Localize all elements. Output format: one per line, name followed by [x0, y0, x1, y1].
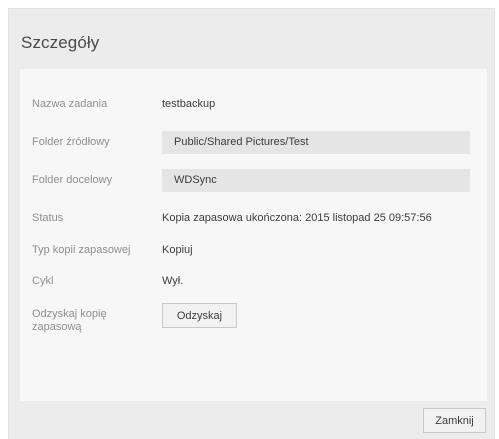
status-value: Kopia zapasowa ukończona: 2015 listopad …: [162, 212, 432, 224]
backup-type-value: Kopiuj: [162, 244, 193, 256]
recover-button[interactable]: Odzyskaj: [162, 303, 237, 328]
source-folder-label: Folder źródłowy: [32, 136, 110, 148]
dest-folder-label: Folder docelowy: [32, 174, 113, 186]
dialog-title: Szczegóły: [21, 33, 100, 52]
backup-type-label: Typ kopii zapasowej: [32, 244, 131, 256]
details-panel: Nazwa zadania testbackup Folder źródłowy…: [20, 69, 487, 401]
task-name-label: Nazwa zadania: [32, 98, 108, 110]
cycle-label: Cykl: [32, 275, 54, 287]
source-folder-field: Public/Shared Pictures/Test: [162, 131, 470, 154]
dest-folder-field: WDSync: [162, 169, 470, 192]
status-label: Status: [32, 212, 64, 224]
cycle-value: Wył.: [162, 275, 184, 287]
details-dialog: Szczegóły Nazwa zadania testbackup Folde…: [8, 8, 495, 439]
recover-label: Odzyskaj kopię zapasową: [32, 308, 107, 333]
task-name-value: testbackup: [162, 98, 216, 110]
close-button[interactable]: Zamknij: [423, 408, 486, 433]
